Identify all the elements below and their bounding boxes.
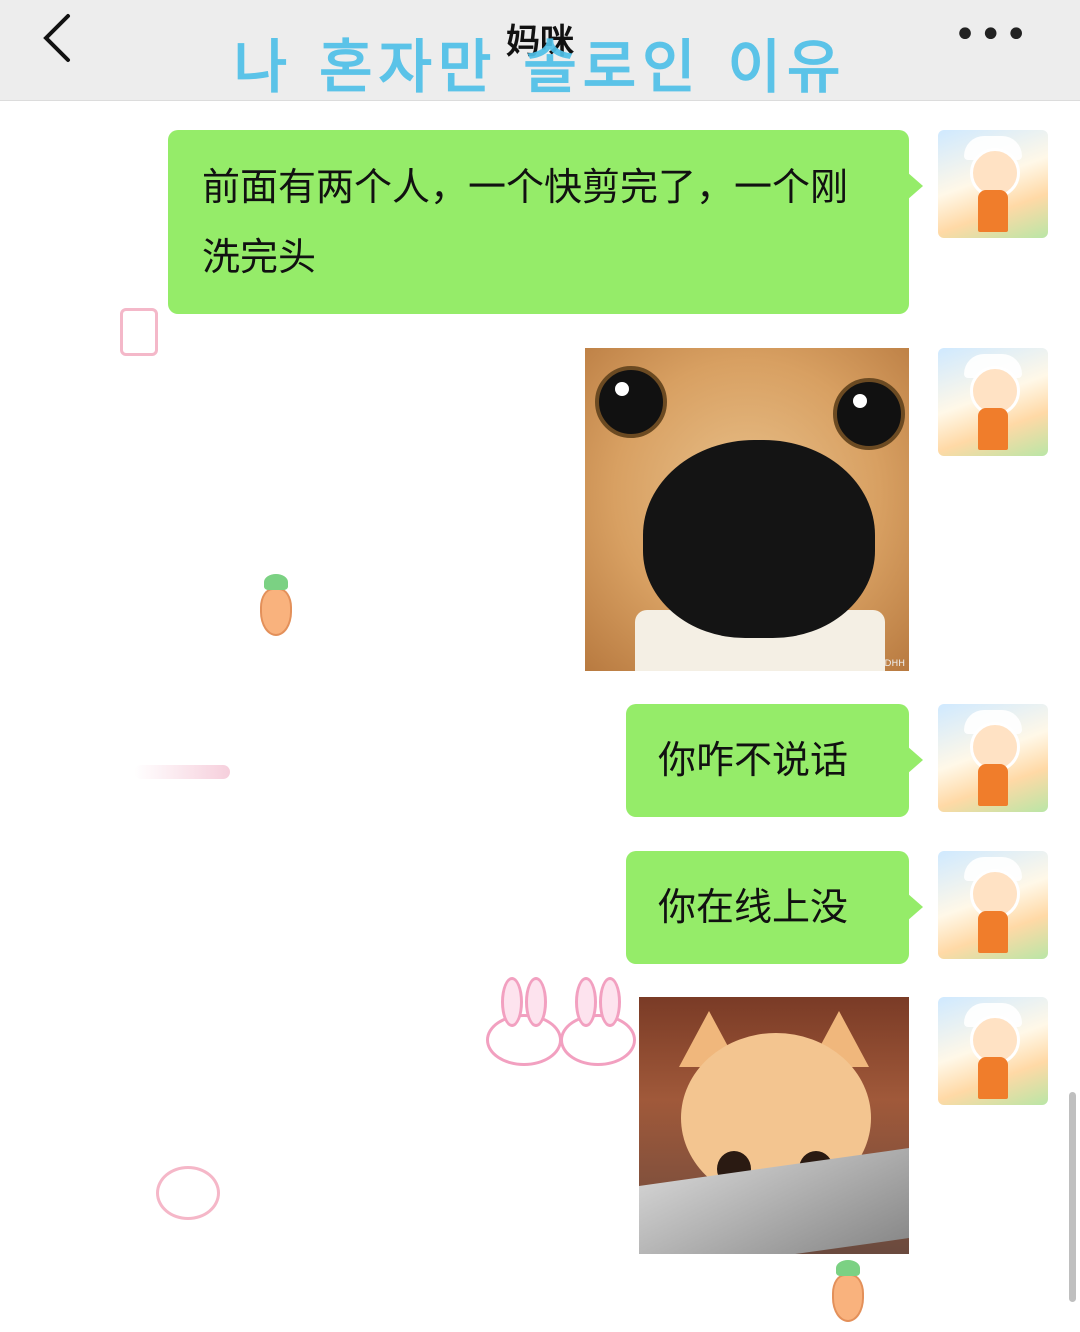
bunny-sticker-icon bbox=[486, 977, 562, 1066]
user-avatar[interactable] bbox=[938, 851, 1048, 959]
pig-sticker-icon bbox=[156, 1166, 220, 1220]
message-bubble[interactable]: 你咋不说话 bbox=[626, 704, 923, 817]
user-avatar[interactable] bbox=[938, 130, 1048, 238]
dog-image-message[interactable]: DHH bbox=[585, 348, 909, 671]
image-watermark: DHH bbox=[884, 659, 905, 669]
bottle-sticker-icon bbox=[120, 308, 158, 356]
user-avatar[interactable] bbox=[938, 704, 1048, 812]
bunny-sticker-icon bbox=[560, 977, 636, 1066]
carrot-sticker-icon bbox=[832, 1260, 864, 1322]
message-text: 你咋不说话 bbox=[658, 738, 849, 782]
message-bubble[interactable]: 你在线上没 bbox=[626, 851, 923, 964]
dog-eye bbox=[833, 378, 905, 450]
message-text: 你在线上没 bbox=[658, 885, 849, 929]
dog-nose bbox=[643, 440, 875, 638]
kitten-image-message[interactable] bbox=[639, 997, 909, 1254]
carrot-sticker-icon bbox=[260, 574, 292, 636]
korean-caption-overlay: 나 혼자만 솔로인 이유 bbox=[233, 33, 847, 101]
pink-bar-decoration bbox=[134, 765, 230, 779]
dog-eye bbox=[595, 366, 667, 438]
user-avatar[interactable] bbox=[938, 348, 1048, 456]
message-bubble[interactable]: 前面有两个人，一个快剪完了，一个刚洗完头 bbox=[168, 130, 923, 314]
user-avatar[interactable] bbox=[938, 997, 1048, 1105]
message-text: 前面有两个人，一个快剪完了，一个刚洗完头 bbox=[202, 165, 849, 279]
scrollbar[interactable] bbox=[1069, 1092, 1076, 1302]
